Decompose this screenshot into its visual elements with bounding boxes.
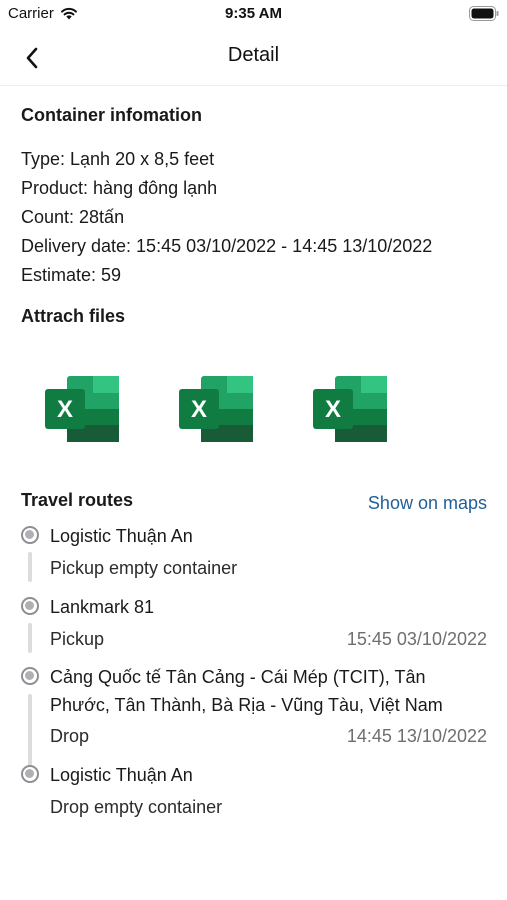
- excel-file-icon[interactable]: X: [313, 374, 389, 444]
- stop-name: Logistic Thuận An: [50, 526, 193, 546]
- product-line: Product: hàng đông lạnh: [21, 178, 218, 198]
- route-dot-icon: [21, 526, 39, 544]
- stop-action: Pickup: [50, 629, 105, 649]
- travel-routes-title: Travel routes: [21, 490, 134, 510]
- page-title: Detail: [227, 44, 280, 66]
- excel-letter: X: [191, 396, 207, 423]
- stop-action: Pickup empty container: [50, 558, 238, 578]
- stop-name-line-1: Cảng Quốc tế Tân Cảng - Cái Mép (TCIT), …: [50, 667, 426, 687]
- container-info-list: Type: Lạnh 20 x 8,5 feet Product: hàng đ…: [21, 145, 432, 290]
- route-connector: [28, 552, 32, 582]
- delivery-date-line: Delivery date: 15:45 03/10/2022 - 14:45 …: [21, 236, 433, 256]
- stop-name: Logistic Thuận An: [50, 765, 193, 785]
- stop-action: Drop: [50, 726, 90, 746]
- attached-files-row: X X X: [21, 374, 491, 444]
- excel-letter: X: [57, 396, 73, 423]
- navigation-bar: Detail: [0, 30, 507, 86]
- stop-time: 15:45 03/10/2022: [346, 629, 487, 649]
- route-dot-icon: [21, 597, 39, 615]
- status-time: 9:35 AM: [225, 5, 282, 22]
- excel-file-icon[interactable]: X: [45, 374, 121, 444]
- attach-files-title: Attrach files: [21, 306, 126, 326]
- estimate-line: Estimate: 59: [21, 265, 122, 285]
- battery-icon: [469, 6, 499, 21]
- route-dot-icon: [21, 765, 39, 783]
- status-bar: Carrier 9:35 AM: [0, 0, 507, 30]
- excel-file-icon[interactable]: X: [179, 374, 255, 444]
- show-on-maps-link[interactable]: Show on maps: [368, 493, 487, 514]
- count-line: Count: 28tấn: [21, 207, 125, 227]
- routes-header: Travel routes Show on maps: [21, 488, 487, 518]
- container-info-title: Container infomation: [21, 105, 202, 125]
- route-connector: [28, 623, 32, 653]
- stop-action: Drop empty container: [50, 797, 223, 817]
- type-line: Type: Lạnh 20 x 8,5 feet: [21, 149, 215, 169]
- excel-letter: X: [325, 396, 341, 423]
- stop-time: 14:45 13/10/2022: [346, 726, 487, 746]
- stop-name-line-2: Phước, Tân Thành, Bà Rịa - Vũng Tàu, Việ…: [50, 695, 443, 715]
- route-dot-icon: [21, 667, 39, 685]
- stop-name: Lankmark 81: [50, 597, 155, 617]
